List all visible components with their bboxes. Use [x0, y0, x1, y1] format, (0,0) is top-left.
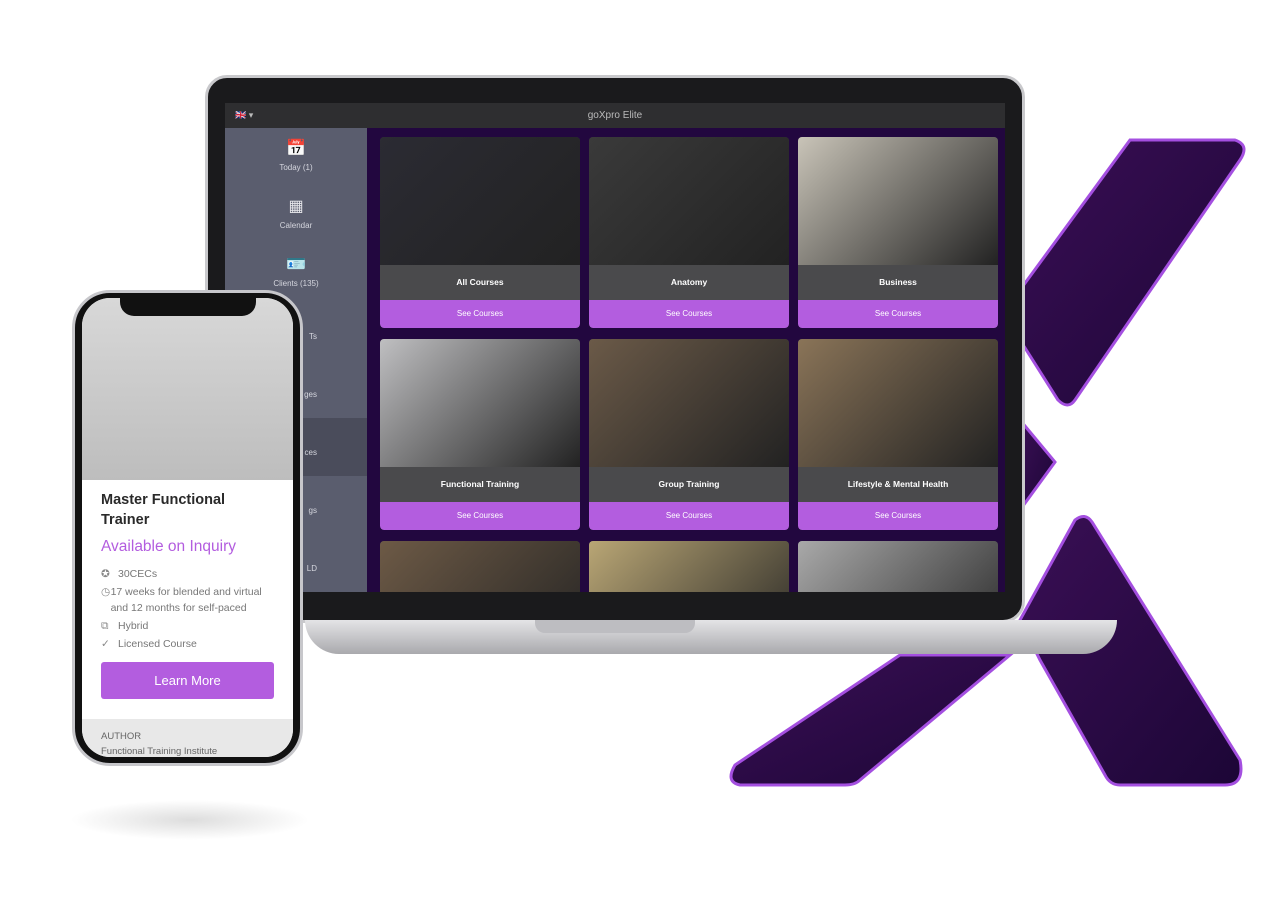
award-icon: ✪ — [101, 568, 110, 580]
detail-text: Hybrid — [118, 620, 149, 632]
category-image — [798, 137, 998, 265]
course-title: Master Functional Trainer — [101, 492, 226, 528]
course-detail: ✓ Licensed Course — [101, 636, 274, 652]
category-title: Group Training — [589, 467, 789, 502]
see-courses-button[interactable]: See Courses — [589, 300, 789, 328]
see-courses-button[interactable]: See Courses — [798, 502, 998, 530]
see-courses-button[interactable]: See Courses — [380, 300, 580, 328]
category-title: Functional Training — [380, 467, 580, 502]
course-detail: ✪ 30CECs — [101, 566, 274, 582]
see-courses-button[interactable]: See Courses — [798, 300, 998, 328]
devices-icon: ⧉ — [101, 620, 109, 632]
course-category-card[interactable] — [589, 541, 789, 592]
sidebar-item[interactable]: 📅 Today (1) — [225, 128, 367, 186]
course-category-card[interactable]: Business See Courses — [798, 137, 998, 328]
sidebar-item-label: gs — [308, 506, 317, 515]
course-category-card[interactable] — [380, 541, 580, 592]
course-category-card[interactable]: All Courses See Courses — [380, 137, 580, 328]
author-label: AUTHOR — [101, 731, 142, 742]
course-price: Available on Inquiry — [101, 538, 236, 555]
category-title: All Courses — [380, 265, 580, 300]
uk-flag-icon[interactable]: 🇬🇧 ▾ — [235, 103, 253, 128]
course-category-card[interactable]: Group Training See Courses — [589, 339, 789, 530]
category-image — [589, 339, 789, 467]
author-name: Functional Training Institute — [101, 746, 218, 757]
course-detail: ⧉ Hybrid — [101, 618, 274, 634]
badge-check-icon: ✓ — [101, 638, 110, 650]
sidebar-item-label: ges — [304, 390, 317, 399]
course-category-card[interactable]: Functional Training See Courses — [380, 339, 580, 530]
course-category-card[interactable]: Lifestyle & Mental Health See Courses — [798, 339, 998, 530]
detail-text: 17 weeks for blended and virtual and 12 … — [110, 586, 262, 614]
see-courses-button[interactable]: See Courses — [380, 502, 580, 530]
sidebar-item-label: Calendar — [279, 221, 313, 230]
category-image — [380, 541, 580, 592]
sidebar-item[interactable]: ▦ Calendar — [225, 186, 367, 244]
course-category-grid: All Courses See Courses Anatomy See Courses… — [380, 137, 998, 592]
phone-screen: Master Functional Trainer Available on I… — [82, 298, 293, 757]
sidebar-item-label: Clients (135) — [273, 279, 319, 288]
course-hero-image — [82, 298, 293, 480]
detail-text: Licensed Course — [118, 638, 197, 650]
course-category-card[interactable] — [798, 541, 998, 592]
learn-more-button[interactable]: Learn More — [101, 662, 274, 699]
phone-notch — [120, 298, 256, 316]
category-title: Lifestyle & Mental Health — [798, 467, 998, 502]
category-image — [380, 339, 580, 467]
category-image — [380, 137, 580, 265]
see-courses-button[interactable]: See Courses — [589, 502, 789, 530]
calendar-day-icon: 📅 — [286, 140, 306, 157]
sidebar-item-label: Ts — [309, 332, 317, 341]
course-category-card[interactable]: Anatomy See Courses — [589, 137, 789, 328]
contact-card-icon: 🪪 — [286, 256, 306, 273]
detail-text: 30CECs — [118, 568, 158, 580]
category-title: Anatomy — [589, 265, 789, 300]
laptop-screen: 🇬🇧 ▾ goXpro Elite 📅 Today (1) ▦ Calendar 🪪 Cl… — [225, 103, 1005, 592]
category-image — [798, 339, 998, 467]
category-image — [798, 541, 998, 592]
title-bar: 🇬🇧 ▾ goXpro Elite — [225, 103, 1005, 128]
laptop-base — [305, 620, 1117, 654]
laptop-notch — [535, 620, 695, 633]
course-detail: ◷ 17 weeks for blended and virtual and 12… — [101, 584, 274, 616]
sidebar-item-label: ces — [304, 448, 317, 457]
category-image — [589, 137, 789, 265]
author-section: AUTHOR Functional Training Institute — [82, 719, 293, 757]
category-image — [589, 541, 789, 592]
sidebar-item-label: Today (1) — [279, 163, 313, 172]
window-title: goXpro Elite — [587, 110, 643, 121]
phone-shadow — [70, 800, 310, 840]
calendar-icon: ▦ — [288, 198, 304, 215]
category-title: Business — [798, 265, 998, 300]
clock-icon: ◷ — [101, 586, 111, 598]
sidebar-item-label: LD — [306, 564, 317, 573]
